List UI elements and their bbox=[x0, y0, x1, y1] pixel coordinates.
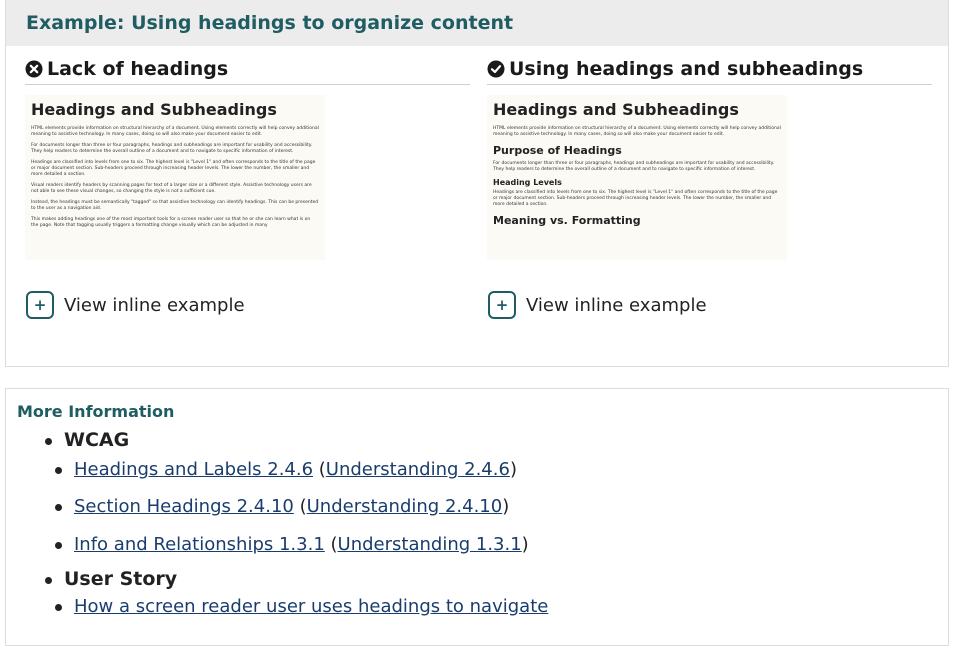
thumbnail-title: Headings and Subheadings bbox=[31, 100, 277, 119]
paren-open: ( bbox=[293, 496, 307, 517]
paren-close: ) bbox=[502, 496, 510, 517]
more-information-title: More Information bbox=[17, 402, 175, 421]
example-header: Example: Using headings to organize cont… bbox=[6, 0, 948, 46]
thumbnail-paragraph: Headings are classified into levels from… bbox=[31, 160, 316, 177]
good-example-column: Using headings and subheadings Headings … bbox=[487, 58, 932, 260]
thumbnail-subheading: Heading Levels bbox=[493, 178, 562, 187]
view-inline-example-label[interactable]: View inline example bbox=[526, 295, 707, 316]
headings-and-labels-link[interactable]: Headings and Labels 2.4.6 bbox=[74, 459, 313, 480]
wcag-category: WCAG bbox=[26, 429, 548, 459]
thumbnail-paragraph: HTML elements provide information on str… bbox=[31, 126, 319, 137]
thumbnail-paragraph: For documents longer than three or four … bbox=[31, 143, 313, 154]
bad-example-column: Lack of headings Headings and Subheading… bbox=[25, 58, 470, 260]
more-information-list: WCAG Headings and Labels 2.4.6 (Understa… bbox=[26, 429, 548, 618]
wcag-label: WCAG bbox=[64, 429, 130, 451]
check-circle-icon bbox=[487, 60, 505, 78]
bad-example-heading: Lack of headings bbox=[25, 58, 470, 85]
paren-open: ( bbox=[313, 459, 326, 480]
list-item: Section Headings 2.4.10 (Understanding 2… bbox=[26, 496, 548, 534]
list-item: Headings and Labels 2.4.6 (Understanding… bbox=[26, 459, 548, 496]
good-example-heading-text: Using headings and subheadings bbox=[509, 58, 864, 80]
user-story-label: User Story bbox=[64, 568, 178, 590]
example-panel: Example: Using headings to organize cont… bbox=[5, 0, 949, 367]
paren-close: ) bbox=[509, 459, 517, 480]
paren-close: ) bbox=[521, 534, 529, 555]
user-story-link[interactable]: How a screen reader user uses headings t… bbox=[74, 596, 548, 617]
user-story-sublist: How a screen reader user uses headings t… bbox=[26, 596, 548, 618]
list-item: How a screen reader user uses headings t… bbox=[26, 596, 548, 618]
thumbnail-paragraph: HTML elements provide information on str… bbox=[493, 126, 781, 137]
more-information-panel: More Information WCAG Headings and Label… bbox=[5, 388, 949, 646]
bad-example-thumbnail: Headings and Subheadings HTML elements p… bbox=[25, 95, 325, 260]
plus-icon[interactable]: + bbox=[26, 291, 54, 319]
view-inline-example-label[interactable]: View inline example bbox=[64, 295, 245, 316]
info-and-relationships-link[interactable]: Info and Relationships 1.3.1 bbox=[74, 534, 325, 555]
thumbnail-title: Headings and Subheadings bbox=[493, 100, 739, 119]
x-circle-icon bbox=[25, 60, 43, 78]
thumbnail-paragraph: Instead, the headings must be semantical… bbox=[31, 200, 319, 211]
paren-open: ( bbox=[324, 534, 338, 555]
thumbnail-paragraph: This makes adding headings one of the mo… bbox=[31, 217, 311, 228]
thumbnail-paragraph: Headings are classified into levels from… bbox=[493, 190, 778, 207]
wcag-sublist: Headings and Labels 2.4.6 (Understanding… bbox=[26, 459, 548, 568]
understanding-link[interactable]: Understanding 1.3.1 bbox=[338, 534, 522, 555]
wcag-sublist-container: Headings and Labels 2.4.6 (Understanding… bbox=[26, 459, 548, 568]
list-item: Info and Relationships 1.3.1 (Understand… bbox=[26, 534, 548, 568]
thumbnail-paragraph: Visual readers identify headers by scann… bbox=[31, 183, 312, 194]
understanding-link[interactable]: Understanding 2.4.10 bbox=[307, 496, 503, 517]
bad-example-heading-text: Lack of headings bbox=[47, 58, 229, 80]
view-inline-example-toggle-right[interactable]: + View inline example bbox=[488, 291, 707, 319]
example-title: Example: Using headings to organize cont… bbox=[26, 12, 514, 34]
user-story-sublist-container: How a screen reader user uses headings t… bbox=[26, 596, 548, 618]
good-example-thumbnail: Headings and Subheadings HTML elements p… bbox=[487, 95, 787, 260]
understanding-link[interactable]: Understanding 2.4.6 bbox=[326, 459, 510, 480]
thumbnail-subheading: Purpose of Headings bbox=[493, 144, 622, 157]
plus-icon[interactable]: + bbox=[488, 291, 516, 319]
thumbnail-subheading: Meaning vs. Formatting bbox=[493, 214, 641, 227]
view-inline-example-toggle-left[interactable]: + View inline example bbox=[26, 291, 245, 319]
user-story-category: User Story bbox=[26, 568, 548, 596]
good-example-heading: Using headings and subheadings bbox=[487, 58, 932, 85]
thumbnail-paragraph: For documents longer than three or four … bbox=[493, 161, 775, 172]
section-headings-link[interactable]: Section Headings 2.4.10 bbox=[74, 496, 294, 517]
